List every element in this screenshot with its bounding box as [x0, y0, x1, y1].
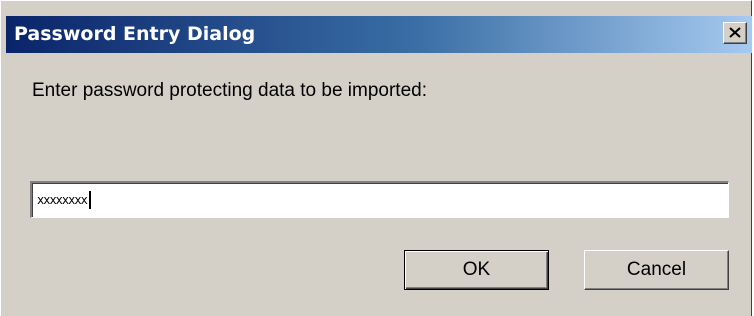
close-button[interactable] [723, 22, 747, 44]
cancel-button[interactable]: Cancel [584, 250, 729, 290]
title-bar[interactable]: Password Entry Dialog [6, 16, 752, 53]
close-icon [729, 27, 741, 38]
password-masked-value: xxxxxxxx [37, 193, 88, 207]
password-entry-dialog: Password Entry Dialog Enter password pro… [0, 0, 752, 316]
password-prompt-label: Enter password protecting data to be imp… [32, 80, 428, 101]
text-caret [88, 191, 91, 209]
password-input[interactable]: xxxxxxxx [30, 181, 729, 218]
ok-button[interactable]: OK [404, 250, 549, 290]
dialog-title: Password Entry Dialog [14, 23, 256, 45]
